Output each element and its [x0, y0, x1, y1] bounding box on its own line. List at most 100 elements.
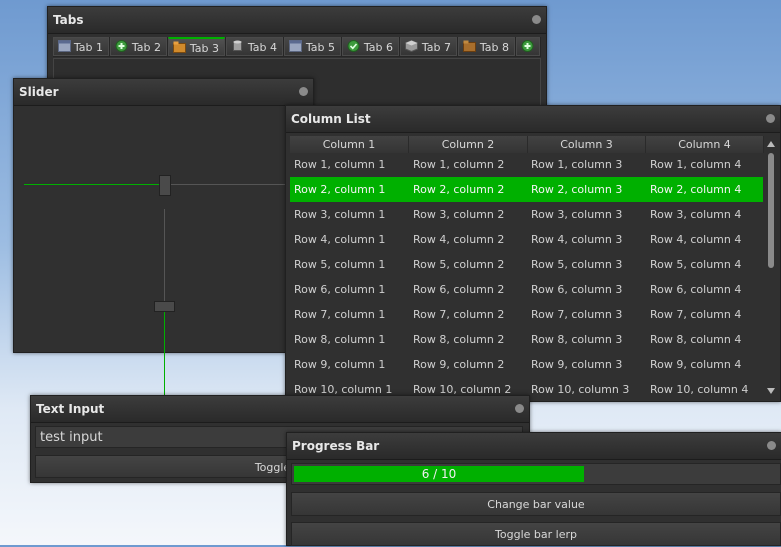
horizontal-slider-fill	[24, 184, 165, 185]
toggle-bar-lerp-button[interactable]: Toggle bar lerp	[291, 522, 781, 546]
tab-label: Tab 1	[73, 41, 103, 54]
tab-label: Tab 4	[247, 41, 277, 54]
tab-7[interactable]: Tab 7	[400, 37, 457, 56]
add-circle-icon	[115, 40, 128, 52]
tabs-title: Tabs	[53, 13, 84, 27]
progress-bar-window: Progress Bar 6 / 10 Change bar value Tog…	[286, 432, 781, 546]
table-row[interactable]: Row 3, column 1 Row 3, column 2 Row 3, c…	[290, 202, 763, 227]
table-cell: Row 1, column 4	[650, 158, 742, 171]
column-header-1[interactable]: Column 1	[290, 136, 409, 153]
tabs-titlebar[interactable]: Tabs	[48, 7, 546, 34]
progress-bar: 6 / 10	[291, 463, 781, 485]
change-bar-value-button[interactable]: Change bar value	[291, 492, 781, 516]
table-cell: Row 7, column 2	[413, 308, 505, 321]
scroll-down-arrow-icon[interactable]	[767, 388, 775, 394]
close-icon[interactable]	[767, 441, 776, 450]
folder-icon	[173, 41, 186, 53]
table-cell: Row 8, column 3	[531, 333, 623, 346]
column-list-title: Column List	[291, 112, 371, 126]
column-list-titlebar[interactable]: Column List	[286, 106, 780, 133]
table-cell: Row 4, column 3	[531, 233, 623, 246]
table-row[interactable]: Row 7, column 1 Row 7, column 2 Row 7, c…	[290, 302, 763, 327]
tab-4[interactable]: Tab 4	[226, 37, 283, 56]
column-header-3[interactable]: Column 3	[528, 136, 646, 153]
tab-label: Tab 5	[305, 41, 335, 54]
slider-titlebar[interactable]: Slider	[14, 79, 313, 106]
table-cell: Row 1, column 1	[294, 158, 386, 171]
table-cell: Row 7, column 4	[650, 308, 742, 321]
vertical-scrollbar-thumb[interactable]	[768, 153, 774, 268]
table-cell: Row 3, column 4	[650, 208, 742, 221]
check-circle-icon	[347, 40, 360, 52]
cube-icon	[405, 40, 418, 52]
table-cell: Row 4, column 1	[294, 233, 386, 246]
table-cell: Row 1, column 3	[531, 158, 623, 171]
close-icon[interactable]	[766, 114, 775, 123]
table-row[interactable]: Row 4, column 1 Row 4, column 2 Row 4, c…	[290, 227, 763, 252]
table-cell: Row 5, column 2	[413, 258, 505, 271]
table-cell: Row 2, column 3	[531, 183, 623, 196]
table-row[interactable]: Row 8, column 1 Row 8, column 2 Row 8, c…	[290, 327, 763, 352]
folder-icon	[463, 40, 476, 52]
window-icon	[289, 40, 302, 52]
tab-8[interactable]: Tab 8	[458, 37, 515, 56]
table-cell: Row 6, column 3	[531, 283, 623, 296]
vertical-slider-handle[interactable]	[154, 301, 175, 312]
table-row[interactable]: Row 6, column 1 Row 6, column 2 Row 6, c…	[290, 277, 763, 302]
tab-bar: Tab 1 Tab 2 Tab 3 Tab 4 Tab 5 Tab 6 Tab …	[53, 37, 541, 57]
tab-label: Tab 6	[363, 41, 393, 54]
table-cell: Row 4, column 2	[413, 233, 505, 246]
tab-1[interactable]: Tab 1	[53, 37, 109, 56]
table-cell: Row 9, column 2	[413, 358, 505, 371]
table-cell: Row 2, column 4	[650, 183, 742, 196]
cylinder-icon	[233, 40, 242, 51]
text-input-titlebar[interactable]: Text Input	[31, 396, 529, 423]
table-cell: Row 7, column 1	[294, 308, 386, 321]
tab-5[interactable]: Tab 5	[284, 37, 341, 56]
table-cell: Row 9, column 4	[650, 358, 742, 371]
add-tab-button[interactable]	[516, 37, 540, 56]
close-icon[interactable]	[515, 404, 524, 413]
change-bar-value-label: Change bar value	[487, 498, 585, 511]
table-cell: Row 8, column 4	[650, 333, 742, 346]
tab-label: Tab 7	[421, 41, 451, 54]
close-icon[interactable]	[532, 15, 541, 24]
table-cell: Row 6, column 4	[650, 283, 742, 296]
tab-3[interactable]: Tab 3	[168, 37, 225, 56]
window-icon	[58, 40, 71, 52]
tab-6[interactable]: Tab 6	[342, 37, 399, 56]
toggle-bar-lerp-label: Toggle bar lerp	[495, 528, 577, 541]
table-cell: Row 10, column 4	[650, 383, 749, 396]
table-cell: Row 3, column 1	[294, 208, 386, 221]
text-input-title: Text Input	[36, 402, 105, 416]
table-cell: Row 8, column 1	[294, 333, 386, 346]
table-cell: Row 9, column 3	[531, 358, 623, 371]
table-cell: Row 1, column 2	[413, 158, 505, 171]
close-icon[interactable]	[299, 87, 308, 96]
table-cell: Row 2, column 2	[413, 183, 505, 196]
tab-label: Tab 8	[479, 41, 509, 54]
scroll-up-arrow-icon[interactable]	[767, 141, 775, 147]
table-row[interactable]: Row 5, column 1 Row 5, column 2 Row 5, c…	[290, 252, 763, 277]
table-cell: Row 2, column 1	[294, 183, 386, 196]
table-cell: Row 5, column 3	[531, 258, 623, 271]
table-cell: Row 6, column 2	[413, 283, 505, 296]
table-cell: Row 5, column 1	[294, 258, 386, 271]
tab-label: Tab 2	[131, 41, 161, 54]
table-row[interactable]: Row 9, column 1 Row 9, column 2 Row 9, c…	[290, 352, 763, 377]
slider-title: Slider	[19, 85, 59, 99]
column-header-4[interactable]: Column 4	[646, 136, 764, 153]
table-cell: Row 5, column 4	[650, 258, 742, 271]
column-header-2[interactable]: Column 2	[409, 136, 528, 153]
table-row[interactable]: Row 1, column 1 Row 1, column 2 Row 1, c…	[290, 152, 763, 177]
table-row-selected[interactable]: Row 2, column 1 Row 2, column 2 Row 2, c…	[290, 177, 763, 202]
column-list-window: Column List Column 1 Column 2 Column 3 C…	[285, 105, 781, 402]
tab-label: Tab 3	[189, 42, 219, 55]
table-cell: Row 4, column 4	[650, 233, 742, 246]
tab-2[interactable]: Tab 2	[110, 37, 167, 56]
progress-bar-text: 6 / 10	[421, 467, 457, 481]
slider-window: Slider	[13, 78, 314, 404]
progress-bar-titlebar[interactable]: Progress Bar	[287, 433, 781, 460]
horizontal-slider-handle[interactable]	[159, 175, 171, 196]
table-cell: Row 7, column 3	[531, 308, 623, 321]
